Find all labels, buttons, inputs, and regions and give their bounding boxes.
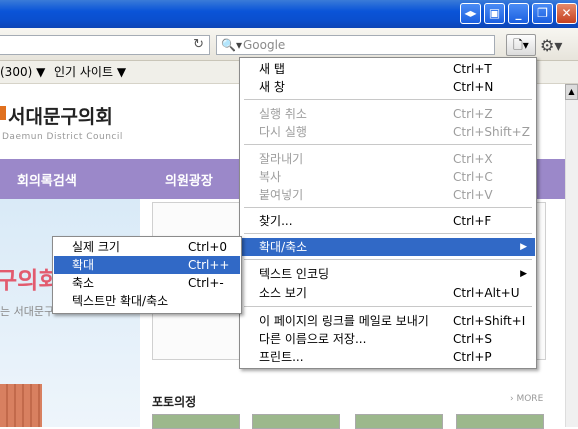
menu-separator bbox=[244, 233, 532, 234]
submenu-item-zoom-out[interactable]: 축소 Ctrl+- bbox=[54, 274, 240, 292]
nav-member-plaza[interactable]: 의원광장 bbox=[165, 170, 213, 189]
bookmark-item[interactable]: (300) ▼ bbox=[0, 61, 45, 83]
title-bar: ◂▸ ▣ _ ❐ ✕ bbox=[0, 0, 578, 28]
menu-item-new-tab[interactable]: 새 탭 Ctrl+T bbox=[241, 60, 535, 78]
menu-item-redo[interactable]: 다시 실행 Ctrl+Shift+Z bbox=[241, 123, 535, 141]
vertical-scrollbar[interactable] bbox=[565, 84, 578, 427]
address-bar[interactable]: ↻ bbox=[0, 35, 210, 55]
building-image bbox=[0, 384, 42, 427]
scroll-up-arrow-icon[interactable]: ▲ bbox=[565, 84, 578, 100]
submenu-item-actual-size[interactable]: 실제 크기 Ctrl+0 bbox=[54, 238, 240, 256]
site-logo[interactable]: 서대문구의회 bbox=[8, 102, 113, 129]
menu-item-print[interactable]: 프린트... Ctrl+P bbox=[241, 348, 535, 366]
search-placeholder: Google bbox=[243, 38, 286, 52]
menu-separator bbox=[244, 259, 532, 260]
zoom-submenu: 실제 크기 Ctrl+0 확대 Ctrl++ 축소 Ctrl+- 텍스트만 확대… bbox=[52, 236, 242, 314]
menu-item-new-window[interactable]: 새 창 Ctrl+N bbox=[241, 78, 535, 96]
menu-item-text-encoding[interactable]: 텍스트 인코딩 ▶ bbox=[241, 265, 535, 283]
menu-item-find[interactable]: 찾기... Ctrl+F bbox=[241, 212, 535, 230]
submenu-item-zoom-in[interactable]: 확대 Ctrl++ bbox=[54, 256, 240, 274]
search-icon[interactable]: 🔍▾ bbox=[221, 36, 242, 54]
extra-window-button[interactable]: ◂▸ bbox=[460, 3, 481, 24]
menu-separator bbox=[244, 99, 532, 100]
search-input[interactable]: 🔍▾ Google bbox=[216, 35, 495, 55]
photo-section-title: 포토의정 bbox=[152, 395, 197, 409]
restore-button[interactable]: ❐ bbox=[532, 3, 553, 24]
reload-icon[interactable]: ↻ bbox=[193, 37, 204, 52]
page-menu: 새 탭 Ctrl+T 새 창 Ctrl+N 실행 취소 Ctrl+Z 다시 실행… bbox=[239, 57, 537, 369]
banner-title: 구의회 bbox=[0, 268, 60, 294]
menu-separator bbox=[244, 207, 532, 208]
site-logo-subtitle: Daemun District Council bbox=[2, 132, 123, 142]
bookmark-popular-sites[interactable]: 인기 사이트 ▼ bbox=[54, 61, 126, 83]
menu-item-copy[interactable]: 복사 Ctrl+C bbox=[241, 168, 535, 186]
minimize-button[interactable]: _ bbox=[508, 3, 529, 24]
menu-item-view-source[interactable]: 소스 보기 Ctrl+Alt+U bbox=[241, 284, 535, 302]
fullscreen-button[interactable]: ▣ bbox=[484, 3, 505, 24]
submenu-arrow-icon: ▶ bbox=[520, 242, 527, 252]
menu-separator bbox=[244, 144, 532, 145]
close-button[interactable]: ✕ bbox=[556, 3, 577, 24]
logo-mark bbox=[0, 106, 6, 120]
submenu-arrow-icon: ▶ bbox=[520, 269, 527, 279]
menu-item-zoom[interactable]: 확대/축소 ▶ bbox=[241, 238, 535, 256]
page-menu-button[interactable]: 🗋▾ bbox=[506, 34, 536, 56]
menu-item-email-link[interactable]: 이 페이지의 링크를 메일로 보내기 Ctrl+Shift+I bbox=[241, 312, 535, 330]
menu-item-undo[interactable]: 실행 취소 Ctrl+Z bbox=[241, 105, 535, 123]
submenu-item-zoom-text-only[interactable]: 텍스트만 확대/축소 bbox=[54, 292, 240, 310]
nav-minutes-search[interactable]: 회의록검색 bbox=[17, 170, 77, 189]
menu-item-cut[interactable]: 잘라내기 Ctrl+X bbox=[241, 150, 535, 168]
gear-icon[interactable]: ⚙▾ bbox=[540, 36, 562, 55]
menu-item-paste[interactable]: 붙여넣기 Ctrl+V bbox=[241, 186, 535, 204]
menu-separator bbox=[244, 306, 532, 307]
banner-subtitle: 는 서대문구 bbox=[0, 305, 55, 318]
photo-more-link[interactable]: › MORE bbox=[510, 394, 543, 404]
menu-item-save-as[interactable]: 다른 이름으로 저장... Ctrl+S bbox=[241, 330, 535, 348]
